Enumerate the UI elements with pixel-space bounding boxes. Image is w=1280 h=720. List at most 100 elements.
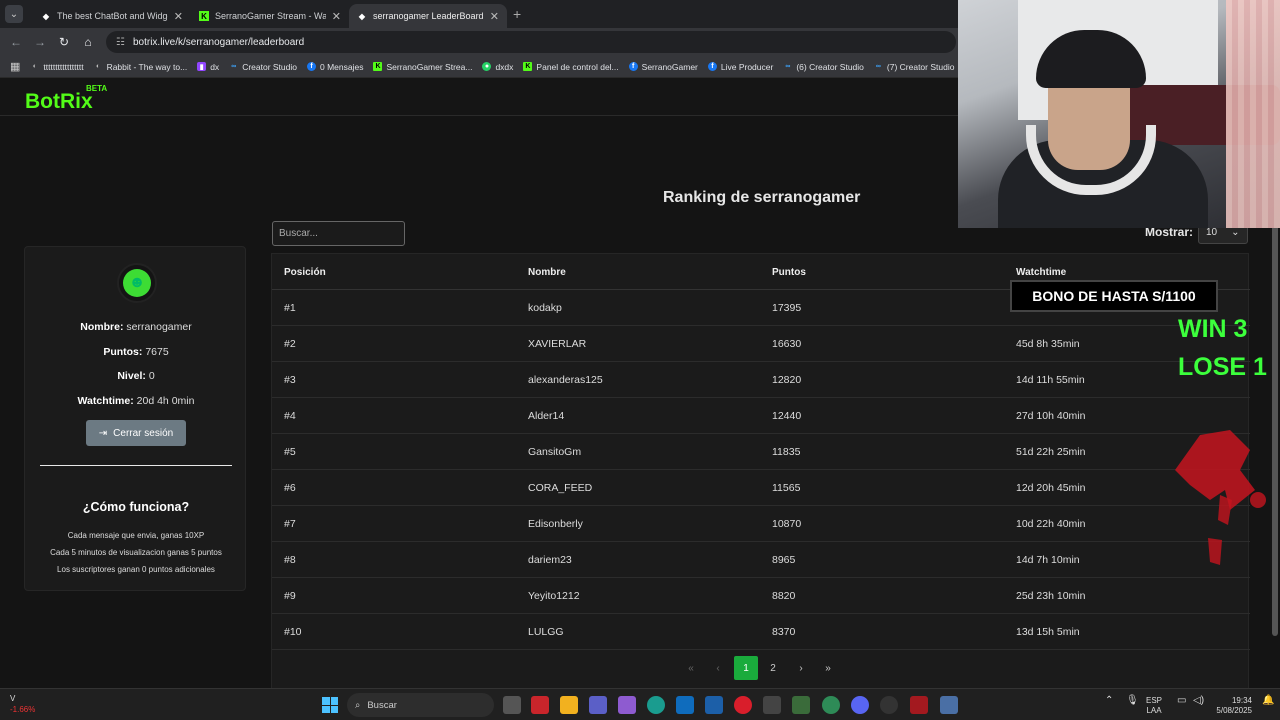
- beta-badge: BETA: [86, 84, 108, 93]
- logout-icon: ⇥: [98, 427, 108, 439]
- name-label: Nombre:: [80, 321, 124, 333]
- lose-count: LOSE 1: [1178, 353, 1267, 381]
- cam-curtain: [1226, 0, 1280, 228]
- new-tab-plus-icon[interactable]: +: [513, 6, 521, 22]
- tab-search-icon[interactable]: ⌄: [5, 5, 23, 23]
- botrix-logo[interactable]: BotRix BETA: [25, 84, 107, 114]
- bookmark-item[interactable]: f Live Producer: [707, 61, 774, 72]
- calculator-icon[interactable]: [940, 696, 958, 714]
- acrobat-icon[interactable]: [531, 696, 549, 714]
- bookmark-item[interactable]: K SerranoGamer Strea...: [373, 62, 472, 72]
- position-cell: #4: [284, 410, 296, 422]
- taskbar-search[interactable]: ⌕ Buscar: [347, 693, 494, 717]
- stock-widget[interactable]: V -1.66%: [10, 693, 35, 715]
- taskbar-search-label: Buscar: [367, 699, 397, 711]
- notification-bell-icon[interactable]: 🔔: [1262, 696, 1274, 706]
- app-icon[interactable]: [880, 696, 898, 714]
- microphone-icon[interactable]: 🎙: [1126, 696, 1139, 706]
- bookmark-item[interactable]: ● dxdx: [482, 62, 513, 72]
- points-cell: 17395: [772, 302, 802, 314]
- name-cell: LULGG: [528, 626, 564, 638]
- profile-watchtime: Watchtime: 20d 4h 0min: [25, 395, 247, 407]
- tab-botrix-home[interactable]: ◆ The best ChatBot and Widgets ✕: [33, 4, 191, 28]
- column-header-points[interactable]: Puntos: [772, 254, 806, 290]
- bookmark-favicon-icon: ●: [482, 62, 492, 71]
- bookmark-item[interactable]: ∞ Creator Studio: [229, 62, 297, 72]
- network-icon[interactable]: ▭: [1177, 696, 1186, 706]
- tab-title: SerranoGamer Stream - Watch: [215, 11, 326, 21]
- edge-icon[interactable]: [647, 696, 665, 714]
- bookmark-item[interactable]: f SerranoGamer: [628, 62, 698, 72]
- apps-grid-icon[interactable]: ▦: [10, 60, 20, 73]
- teams-icon[interactable]: [589, 696, 607, 714]
- watchtime-cell: 45d 8h 35min: [1016, 338, 1080, 350]
- copilot-icon[interactable]: [618, 696, 636, 714]
- tab-leaderboard[interactable]: ◆ serranogamer LeaderBoard | Th ✕: [349, 4, 507, 28]
- url-field[interactable]: ☷ botrix.live/k/serranogamer/leaderboard: [106, 31, 956, 53]
- position-cell: #7: [284, 518, 296, 530]
- clock-time: 19:34: [1231, 696, 1252, 705]
- close-icon[interactable]: ✕: [332, 10, 341, 23]
- name-cell: dariem23: [528, 554, 572, 566]
- bookmark-label: ttttttttttttttttt: [43, 61, 84, 72]
- opera-icon[interactable]: [734, 696, 752, 714]
- diamond-icon: ◆: [42, 11, 50, 21]
- volume-icon[interactable]: ◁): [1193, 696, 1204, 706]
- lang-layout: LAA: [1146, 706, 1162, 715]
- back-arrow-icon[interactable]: ←: [8, 35, 24, 49]
- position-cell: #8: [284, 554, 296, 566]
- win-count: WIN 3: [1178, 315, 1248, 343]
- forward-arrow-icon[interactable]: →: [32, 35, 48, 49]
- dota-icon[interactable]: [910, 696, 928, 714]
- bookmark-favicon-icon: ∞: [231, 63, 237, 70]
- bookmark-item[interactable]: ◐ ttttttttttttttttt: [30, 61, 84, 72]
- bookmark-label: Live Producer: [720, 61, 774, 72]
- page-button-1[interactable]: 1: [734, 656, 758, 680]
- column-header-name[interactable]: Nombre: [528, 254, 566, 290]
- last-page-icon[interactable]: »: [816, 656, 840, 680]
- first-page-icon[interactable]: «: [679, 656, 703, 680]
- bookmark-item[interactable]: f 0 Mensajes: [307, 62, 363, 72]
- bookmark-label: Panel de control del...: [536, 61, 619, 72]
- chevron-up-icon[interactable]: ⌃: [1105, 696, 1113, 706]
- logout-label: Cerrar sesión: [113, 427, 174, 439]
- rule-item: Los suscriptores ganan 0 puntos adiciona…: [57, 565, 215, 574]
- bookmark-item[interactable]: ∞ (6) Creator Studio: [783, 62, 864, 72]
- divider: [40, 465, 232, 466]
- bookmark-item[interactable]: ∞ (7) Creator Studio: [874, 62, 955, 72]
- webcam-overlay: [958, 0, 1280, 228]
- discord-icon[interactable]: [851, 696, 869, 714]
- reload-icon[interactable]: ↻: [56, 35, 72, 49]
- obs-icon[interactable]: [763, 696, 781, 714]
- site-info-icon[interactable]: ☷: [116, 37, 125, 48]
- close-icon[interactable]: ✕: [174, 10, 183, 23]
- next-page-icon[interactable]: ›: [789, 656, 813, 680]
- task-view-icon[interactable]: [503, 696, 521, 714]
- logout-button[interactable]: ⇥ Cerrar sesión: [86, 420, 186, 446]
- chrome-icon[interactable]: [822, 696, 840, 714]
- points-label: Puntos:: [103, 346, 143, 358]
- file-explorer-icon[interactable]: [560, 696, 578, 714]
- bookmark-item[interactable]: ▮ dx: [197, 62, 219, 72]
- table-row: #5 GansitoGm 11835 51d 22h 25min: [272, 434, 1250, 470]
- show-count-value: 10: [1206, 227, 1218, 238]
- page-button-2[interactable]: 2: [761, 656, 785, 680]
- display-icon[interactable]: [792, 696, 810, 714]
- prev-page-icon[interactable]: ‹: [706, 656, 730, 680]
- windows-start-icon[interactable]: [322, 697, 338, 713]
- table-row: #6 CORA_FEED 11565 12d 20h 45min: [272, 470, 1250, 506]
- bookmark-label: dxdx: [495, 61, 514, 72]
- home-icon[interactable]: ⌂: [80, 35, 96, 49]
- pagination: « ‹ 1 2 › »: [0, 656, 1280, 680]
- bookmark-item[interactable]: ◐ Rabbit - The way to...: [94, 62, 187, 72]
- points-cell: 8965: [772, 554, 796, 566]
- column-header-position[interactable]: Posición: [284, 254, 326, 290]
- bookmark-item[interactable]: K Panel de control del...: [523, 61, 619, 72]
- close-icon[interactable]: ✕: [490, 10, 499, 23]
- language-indicator[interactable]: ESP LAA: [1146, 696, 1162, 716]
- store-icon[interactable]: [705, 696, 723, 714]
- search-input[interactable]: [272, 221, 405, 246]
- outlook-icon[interactable]: [676, 696, 694, 714]
- clock[interactable]: 19:34 5/08/2025: [1212, 696, 1252, 716]
- tab-kick-stream[interactable]: K SerranoGamer Stream - Watch ✕: [191, 4, 349, 28]
